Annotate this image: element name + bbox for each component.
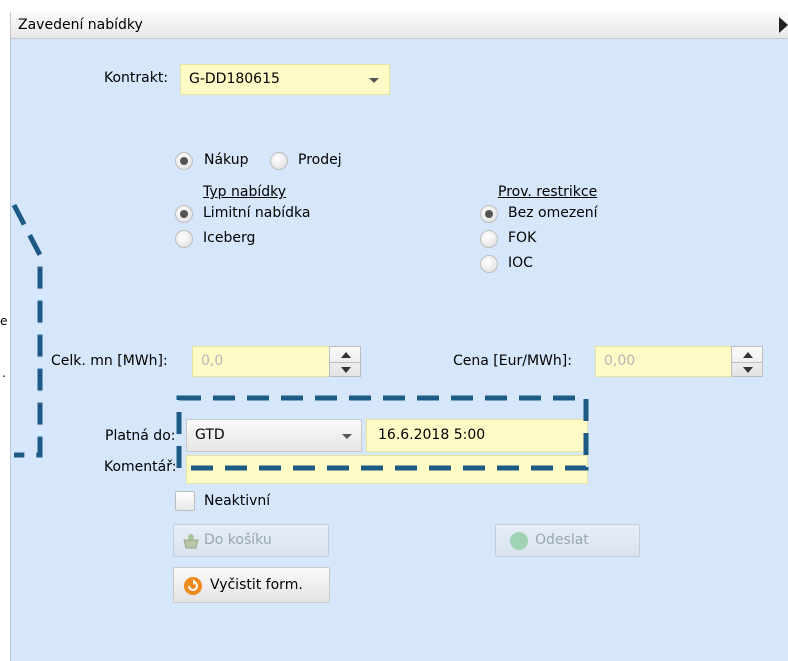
- left-dashed-bracket: [11, 203, 43, 458]
- annotation-overlay: [11, 203, 589, 471]
- validity-dashed-box: [176, 395, 589, 471]
